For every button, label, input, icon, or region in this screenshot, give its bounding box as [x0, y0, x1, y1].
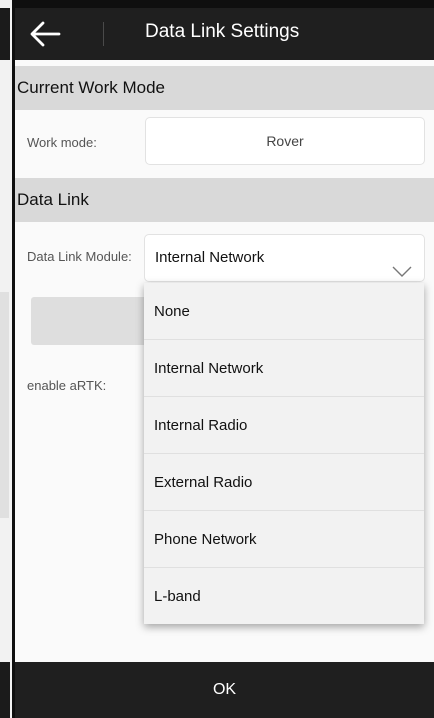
section-current-work-mode: Current Work Mode: [15, 66, 434, 110]
background-footer-sliver: [0, 662, 10, 718]
background-panel-sliver: [0, 292, 9, 518]
data-link-module-value: Internal Network: [155, 249, 265, 266]
dropdown-option-external-radio[interactable]: External Radio: [144, 454, 424, 511]
data-link-module-label: Data Link Module:: [27, 249, 132, 264]
dropdown-option-internal-radio[interactable]: Internal Radio: [144, 397, 424, 454]
ok-button[interactable]: OK: [15, 662, 434, 718]
dropdown-option-l-band[interactable]: L-band: [144, 568, 424, 625]
section-data-link: Data Link: [15, 178, 434, 222]
dropdown-option-phone-network[interactable]: Phone Network: [144, 511, 424, 568]
data-link-module-select[interactable]: Internal Network: [145, 235, 424, 281]
page-title: Data Link Settings: [145, 21, 300, 42]
title-bar: Data Link Settings: [15, 8, 434, 60]
data-link-settings-screen: Data Link Settings Current Work Mode Wor…: [15, 8, 434, 718]
work-mode-field[interactable]: Rover: [146, 118, 424, 164]
background-app-strip: [0, 0, 12, 718]
chevron-down-icon: [392, 251, 412, 277]
dropdown-option-internal-network[interactable]: Internal Network: [144, 340, 424, 397]
work-mode-label: Work mode:: [27, 135, 97, 150]
dropdown-option-none[interactable]: None: [144, 283, 424, 340]
header-divider: [103, 22, 104, 46]
arrow-left-icon: [30, 21, 61, 47]
data-link-module-dropdown: None Internal Network Internal Radio Ext…: [144, 283, 424, 624]
enable-artk-label: enable aRTK:: [27, 378, 107, 393]
back-button[interactable]: [27, 18, 63, 50]
background-header-sliver: [0, 8, 10, 60]
